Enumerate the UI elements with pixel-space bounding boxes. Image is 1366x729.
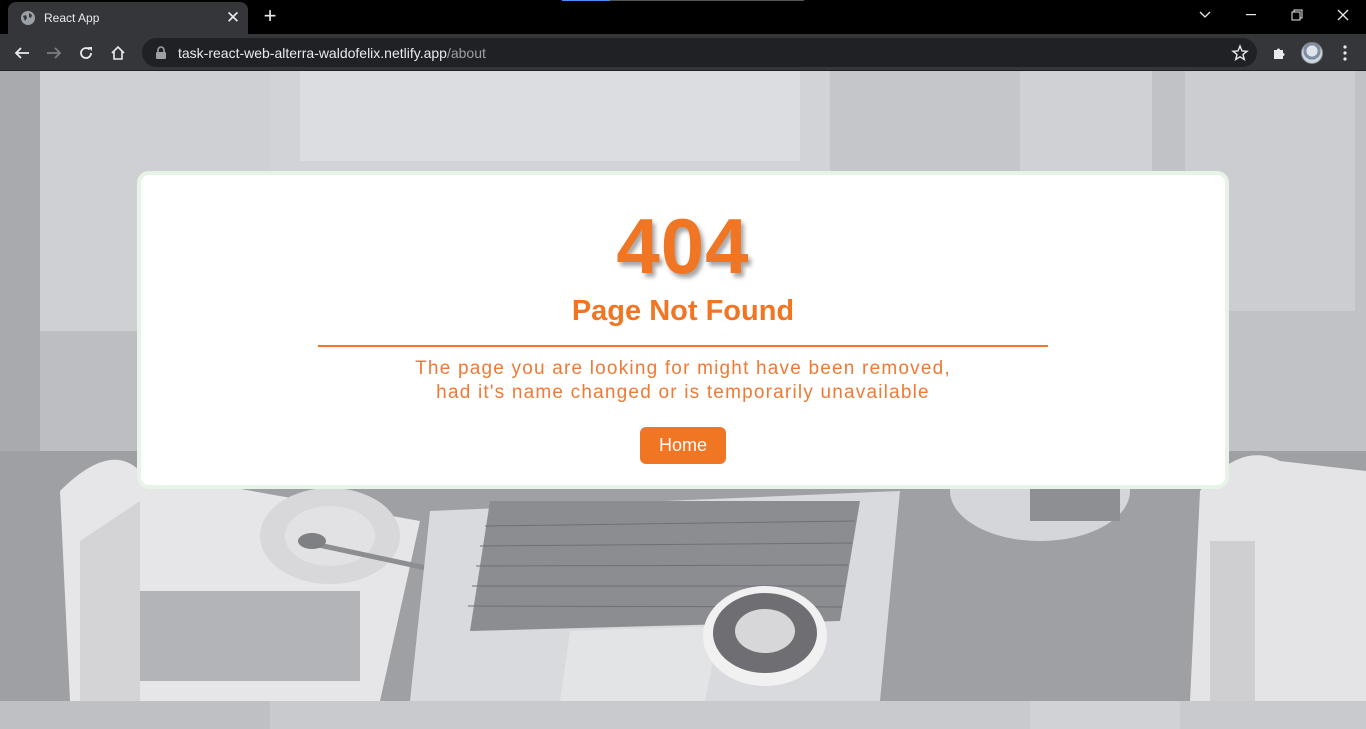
address-bar[interactable]: task-react-web-alterra-waldofelix.netlif… (142, 38, 1257, 67)
puzzle-icon[interactable] (1265, 39, 1293, 67)
url-host: task-react-web-alterra-waldofelix.netlif… (178, 44, 447, 61)
more-vert-icon[interactable] (1331, 39, 1359, 67)
browser-tab[interactable]: React App ✕ (8, 2, 248, 34)
page-title: Page Not Found (571, 295, 795, 327)
error-code: 404 (616, 202, 750, 290)
back-arrow-icon[interactable] (8, 39, 36, 67)
close-icon[interactable]: ✕ (222, 7, 244, 29)
restore-icon[interactable] (1274, 0, 1320, 30)
window-controls (1182, 0, 1366, 30)
forward-arrow-icon[interactable] (40, 39, 68, 67)
avatar[interactable] (1301, 42, 1323, 64)
browser-toolbar: task-react-web-alterra-waldofelix.netlif… (0, 34, 1366, 71)
chevron-down-icon[interactable] (1182, 0, 1228, 30)
divider (318, 345, 1048, 347)
url-text: task-react-web-alterra-waldofelix.netlif… (178, 45, 486, 61)
background-repeat-strip (0, 701, 1366, 729)
home-button[interactable]: Home (640, 427, 726, 464)
close-window-icon[interactable] (1320, 0, 1366, 30)
url-path: /about (446, 44, 486, 61)
globe-icon (21, 11, 35, 25)
error-card: 404 Page Not Found The page you are look… (137, 171, 1229, 489)
error-message: The page you are looking for might have … (141, 357, 1225, 405)
page-viewport: 404 Page Not Found The page you are look… (0, 71, 1366, 729)
error-message-line-2: had it's name changed or is temporarily … (436, 382, 930, 403)
tab-title: React App (44, 11, 100, 25)
loading-indicator (562, 0, 804, 1)
star-icon[interactable] (1231, 44, 1249, 62)
home-icon[interactable] (104, 39, 132, 67)
lock-icon[interactable] (154, 45, 168, 60)
minimize-icon[interactable] (1228, 0, 1274, 30)
reload-icon[interactable] (72, 39, 100, 67)
plus-icon[interactable]: + (258, 5, 282, 28)
tab-strip: React App ✕ + (0, 0, 1366, 34)
error-message-line-1: The page you are looking for might have … (415, 358, 951, 379)
